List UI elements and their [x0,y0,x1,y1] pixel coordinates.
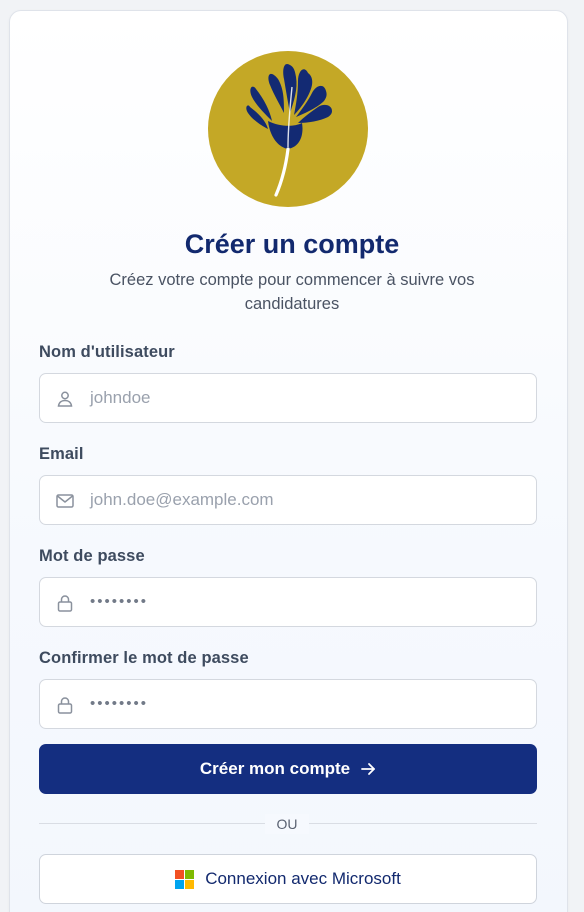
create-account-button[interactable]: Créer mon compte [39,744,537,794]
password-input[interactable]: •••••••• [90,578,148,626]
create-account-label: Créer mon compte [199,759,351,778]
password-field[interactable]: •••••••• [39,577,537,627]
password-label: Mot de passe [39,547,145,565]
confirm-password-input[interactable]: •••••••• [90,680,148,728]
lock-icon [55,695,75,715]
lock-icon [55,593,75,613]
microsoft-logo-icon [175,869,195,889]
arrow-right-icon [361,763,375,775]
microsoft-login-label: Connexion avec Microsoft [205,869,401,888]
confirm-password-label: Confirmer le mot de passe [39,649,249,667]
divider-or: OU [265,814,309,834]
email-field[interactable]: john.doe@example.com [39,475,537,525]
user-icon [55,389,75,409]
confirm-password-field[interactable]: •••••••• [39,679,537,729]
microsoft-login-button[interactable]: Connexion avec Microsoft [39,854,537,904]
page-title: Créer un compte [184,229,400,259]
email-input[interactable]: john.doe@example.com [90,476,274,524]
username-field[interactable]: johndoe [39,373,537,423]
email-label: Email [39,445,84,463]
username-input[interactable]: johndoe [90,374,151,422]
page-subtitle: Créez votre compte pour commencer à suiv… [109,271,475,313]
username-label: Nom d'utilisateur [39,343,175,361]
mail-icon [55,491,75,511]
cornflower-logo [208,51,368,207]
